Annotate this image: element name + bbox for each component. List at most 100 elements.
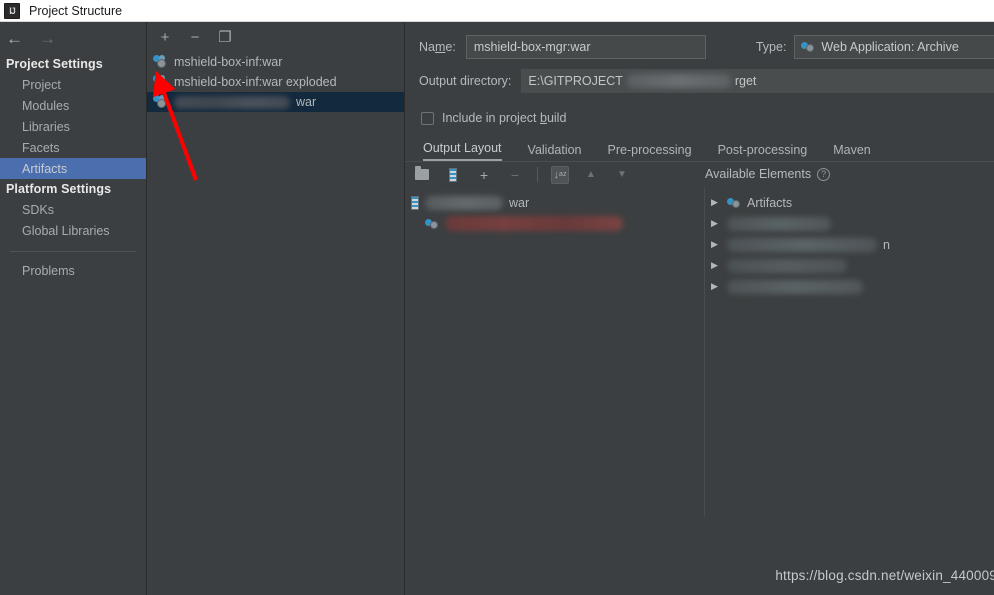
help-icon[interactable]: ? bbox=[817, 167, 831, 181]
include-in-build-checkbox[interactable] bbox=[421, 111, 434, 125]
redacted-element-name bbox=[445, 216, 623, 231]
move-down-button[interactable]: ▼ bbox=[613, 166, 631, 184]
include-in-build-label: Include in project build bbox=[442, 111, 567, 125]
name-label: Name: bbox=[419, 40, 456, 54]
artifact-list-item[interactable]: mshield-box-inf:war exploded bbox=[147, 72, 404, 92]
archive-icon bbox=[411, 195, 419, 210]
chevron-right-icon[interactable]: ▶ bbox=[711, 281, 721, 292]
output-layout-toolbar: + − ↓ az ▲ ▼ Available Elements ? bbox=[405, 161, 994, 187]
sidebar-item-facets[interactable]: Facets bbox=[0, 137, 146, 158]
sort-alphabetically-button[interactable]: ↓ az bbox=[551, 165, 569, 184]
sidebar-item-project[interactable]: Project bbox=[0, 74, 146, 95]
available-tree-row[interactable]: ▶ bbox=[705, 276, 994, 297]
sidebar-item-artifacts[interactable]: Artifacts bbox=[0, 158, 146, 179]
available-elements-header: Available Elements ? bbox=[705, 167, 831, 181]
remove-artifact-button[interactable]: − bbox=[187, 29, 203, 45]
artifact-icon bbox=[153, 55, 168, 69]
available-tree-row[interactable]: ▶ Artifacts bbox=[705, 192, 994, 213]
chevron-right-icon[interactable]: ▶ bbox=[711, 239, 721, 250]
arrow-right-icon[interactable]: → bbox=[39, 30, 56, 47]
name-type-row: Name: mshield-box-mgr:war Type: Web Appl… bbox=[405, 32, 994, 62]
copy-artifact-button[interactable]: ❐ bbox=[217, 29, 233, 45]
chevron-right-icon[interactable]: ▶ bbox=[711, 260, 721, 271]
folder-add-icon bbox=[415, 166, 429, 180]
archive-icon bbox=[449, 167, 457, 182]
artifact-tabs: Output Layout Validation Pre-processing … bbox=[405, 139, 994, 161]
sidebar-item-problems[interactable]: Problems bbox=[0, 260, 146, 281]
artifact-editor-pane: Name: mshield-box-mgr:war Type: Web Appl… bbox=[405, 22, 994, 595]
artifact-icon bbox=[153, 95, 168, 109]
sidebar-divider bbox=[10, 251, 136, 252]
artifact-icon bbox=[425, 218, 439, 230]
artifacts-group-icon bbox=[727, 197, 741, 209]
artifact-name-value: mshield-box-mgr:war bbox=[473, 40, 591, 54]
output-layout-tree: war bbox=[405, 187, 705, 517]
sidebar-navigation: ← → bbox=[0, 22, 146, 54]
available-tree-label: n bbox=[883, 237, 890, 252]
include-in-build-row[interactable]: Include in project build bbox=[405, 109, 994, 127]
artifact-label: mshield-box-inf:war exploded bbox=[174, 75, 337, 89]
tab-post-processing[interactable]: Post-processing bbox=[718, 143, 808, 161]
available-tree-row[interactable]: ▶ bbox=[705, 213, 994, 234]
tab-output-layout[interactable]: Output Layout bbox=[423, 141, 502, 161]
available-tree-row[interactable]: ▶ n bbox=[705, 234, 994, 255]
intellij-idea-icon: IJ bbox=[4, 2, 20, 19]
watermark-url: https://blog.csdn.net/weixin_44000910 bbox=[775, 568, 994, 583]
window-title: Project Structure bbox=[29, 3, 123, 18]
artifact-list-item-selected[interactable]: war bbox=[147, 92, 404, 112]
artifact-list-toolbar: + − ❐ bbox=[147, 22, 404, 52]
sidebar-item-sdks[interactable]: SDKs bbox=[0, 199, 146, 220]
artifact-label: mshield-box-inf:war bbox=[174, 55, 283, 69]
sidebar-item-libraries[interactable]: Libraries bbox=[0, 116, 146, 137]
add-artifact-button[interactable]: + bbox=[157, 29, 173, 45]
toolbar-divider bbox=[537, 167, 538, 182]
window-titlebar: IJ Project Structure bbox=[0, 0, 994, 22]
output-directory-suffix: rget bbox=[734, 74, 757, 88]
output-tree-label: war bbox=[509, 195, 530, 210]
output-directory-label: Output directory: bbox=[419, 74, 512, 88]
settings-sidebar: ← → Project Settings Project Modules Lib… bbox=[0, 22, 147, 595]
available-elements-tree: ▶ Artifacts ▶ ▶ n ▶ ▶ bbox=[705, 187, 994, 517]
artifact-label: war bbox=[296, 95, 317, 109]
tab-maven[interactable]: Maven bbox=[833, 143, 871, 161]
artifact-type-select[interactable]: Web Application: Archive ▼ bbox=[794, 35, 994, 59]
redacted-available-name bbox=[727, 216, 831, 231]
artifact-icon bbox=[153, 75, 168, 89]
remove-element-button[interactable]: − bbox=[506, 166, 524, 184]
output-directory-value: E:\GITPROJECT bbox=[528, 74, 623, 88]
redacted-artifact-name bbox=[174, 95, 290, 109]
output-tree-row[interactable]: war bbox=[405, 192, 704, 213]
move-up-button[interactable]: ▲ bbox=[582, 166, 600, 184]
chevron-right-icon[interactable]: ▶ bbox=[711, 218, 721, 229]
sidebar-group-platform-settings: Platform Settings bbox=[6, 182, 112, 196]
create-archive-button[interactable] bbox=[444, 166, 462, 184]
redacted-available-name bbox=[727, 279, 863, 294]
available-elements-title: Available Elements bbox=[705, 167, 812, 181]
add-copy-of-button[interactable]: + bbox=[475, 166, 493, 184]
output-directory-input[interactable]: E:\GITPROJECT rget bbox=[521, 69, 994, 93]
artifact-name-input[interactable]: mshield-box-mgr:war bbox=[465, 35, 706, 59]
available-tree-label: Artifacts bbox=[747, 195, 793, 210]
redacted-available-name bbox=[727, 258, 847, 273]
project-structure-dialog: ← → Project Settings Project Modules Lib… bbox=[0, 22, 994, 595]
chevron-right-icon[interactable]: ▶ bbox=[711, 197, 721, 208]
create-directory-button[interactable] bbox=[413, 166, 431, 184]
arrow-left-icon[interactable]: ← bbox=[6, 30, 23, 47]
output-layout-split: war ▶ Artifacts ▶ ▶ n ▶ ▶ bbox=[405, 187, 994, 517]
tab-pre-processing[interactable]: Pre-processing bbox=[608, 143, 692, 161]
redacted-available-name bbox=[727, 237, 877, 252]
sidebar-item-global-libraries[interactable]: Global Libraries bbox=[0, 220, 146, 241]
sidebar-item-modules[interactable]: Modules bbox=[0, 95, 146, 116]
type-label: Type: bbox=[755, 40, 787, 54]
redacted-path-segment bbox=[626, 74, 731, 88]
artifact-type-icon bbox=[801, 41, 815, 53]
redacted-archive-name bbox=[425, 195, 503, 210]
artifact-type-value: Web Application: Archive bbox=[821, 40, 959, 54]
output-tree-row[interactable] bbox=[405, 213, 704, 234]
sidebar-group-project-settings: Project Settings bbox=[6, 57, 103, 71]
output-directory-row: Output directory: E:\GITPROJECT rget bbox=[405, 66, 994, 96]
artifact-list-item[interactable]: mshield-box-inf:war bbox=[147, 52, 404, 72]
tab-validation[interactable]: Validation bbox=[528, 143, 582, 161]
available-tree-row[interactable]: ▶ bbox=[705, 255, 994, 276]
artifact-list-pane: + − ❐ mshield-box-inf:war mshield-box-in… bbox=[147, 22, 405, 595]
